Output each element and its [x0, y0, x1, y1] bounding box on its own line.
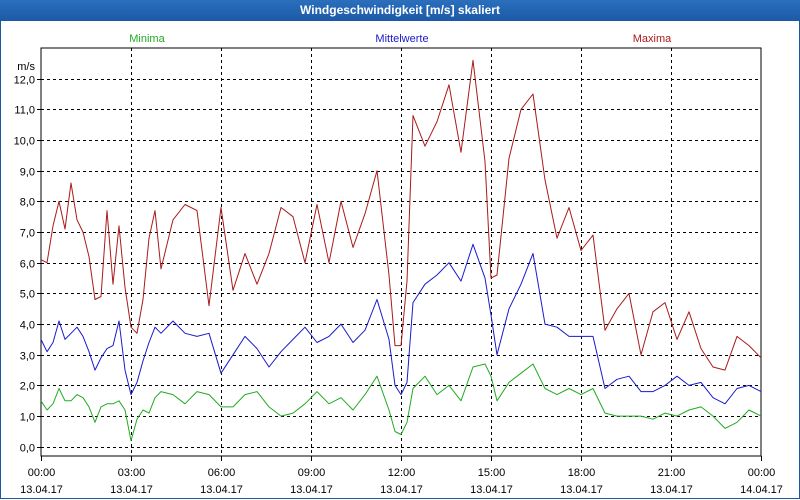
x-tick-label-time: 18:00: [568, 467, 596, 479]
x-tick-label-time: 03:00: [118, 467, 146, 479]
x-tick-label-time: 12:00: [388, 467, 416, 479]
y-tick-label: 6,0: [20, 259, 35, 271]
y-tick-label: 0,0: [20, 443, 35, 455]
x-tick-label-time: 06:00: [208, 467, 236, 479]
legend-mittelwerte: Mittelwerte: [375, 33, 428, 45]
x-tick-label-date: 13.04.17: [470, 484, 513, 496]
x-tick-label-time: 21:00: [658, 467, 686, 479]
y-tick-label: 1,0: [20, 412, 35, 424]
x-tick-label-date: 13.04.17: [650, 484, 693, 496]
y-tick-label: 5,0: [20, 289, 35, 301]
x-tick-label-time: 09:00: [298, 467, 326, 479]
x-tick-label-time: 15:00: [478, 467, 506, 479]
y-tick-label: 10,0: [14, 136, 35, 148]
legend-minima: Minima: [129, 33, 165, 45]
y-tick-label: 8,0: [20, 197, 35, 209]
y-tick-label: 11,0: [14, 105, 35, 117]
y-tick-label: 9,0: [20, 167, 35, 179]
legend-maxima: Maxima: [633, 33, 672, 45]
x-tick-label-date: 13.04.17: [560, 484, 603, 496]
x-tick-label-date: 14.04.17: [740, 484, 783, 496]
x-tick-label-date: 13.04.17: [20, 484, 63, 496]
x-tick-label-date: 13.04.17: [380, 484, 423, 496]
series-line-maxima: [40, 59, 762, 371]
wind-speed-chart: 0,0 1,0 2,0 3,0 4,0 5,0 6,0 7,0 8,0 9,0 10,0 11,0 12…: [14, 33, 783, 496]
y-tick-label: 12,0: [14, 75, 35, 87]
y-tick-label: 4,0: [20, 320, 35, 332]
y-tick-label: 2,0: [20, 381, 35, 393]
y-tick-label: 3,0: [20, 351, 35, 363]
x-tick-label-date: 13.04.17: [200, 484, 243, 496]
x-tick-label-date: 13.04.17: [290, 484, 333, 496]
chart-title: Windgeschwindigkeit [m/s] skaliert: [0, 0, 800, 21]
x-tick-label-time: 00:00: [28, 467, 56, 479]
chart-frame: 0,0 1,0 2,0 3,0 4,0 5,0 6,0 7,0 8,0 9,0 10,0 11,0 12…: [0, 21, 800, 499]
x-tick-label-time: 00:00: [748, 467, 776, 479]
x-tick-label-date: 13.04.17: [110, 484, 153, 496]
y-axis-label: m/s: [17, 61, 35, 73]
y-tick-label: 7,0: [20, 228, 35, 240]
